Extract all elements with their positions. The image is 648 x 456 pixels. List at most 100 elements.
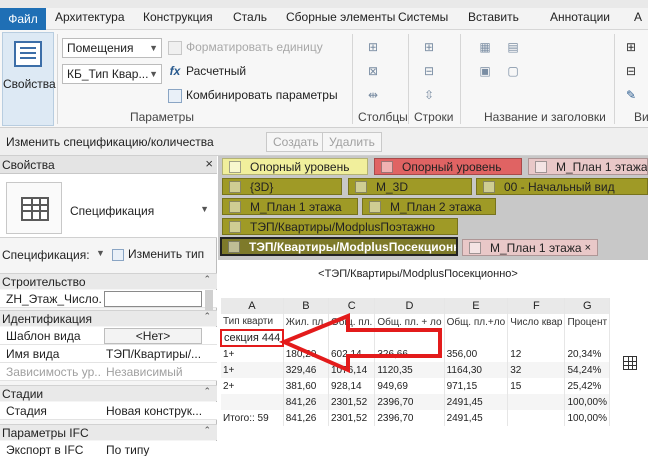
view-tab[interactable]: 00 - Начальный вид bbox=[476, 178, 648, 195]
tab-steel[interactable]: Сталь bbox=[233, 10, 267, 24]
insert-column-icon[interactable]: ⊞ bbox=[364, 40, 382, 54]
view-tab-label: Опорный уровень bbox=[250, 160, 350, 174]
insert-image-icon[interactable]: ▣ bbox=[476, 64, 494, 78]
section-label: Строительство bbox=[2, 275, 86, 289]
tab-structure[interactable]: Конструкция bbox=[143, 10, 213, 24]
view-tab[interactable]: Опорный уровень bbox=[222, 158, 368, 175]
chevron-down-icon: ▼ bbox=[149, 69, 158, 79]
function-icon: fx bbox=[169, 64, 181, 78]
calculated-button[interactable]: fx Расчетный bbox=[168, 64, 246, 78]
tab-file[interactable]: Файл bbox=[0, 8, 46, 30]
level-icon bbox=[381, 161, 393, 173]
group-label-appearance: Ви bbox=[634, 110, 648, 124]
section-label: Идентификация bbox=[2, 312, 92, 326]
view-tab[interactable]: М_План 2 этажа bbox=[362, 198, 496, 215]
type-selector-name: Спецификация bbox=[70, 204, 155, 218]
view-tab-label: ТЭП/Квартиры/ModplusПосекционно bbox=[249, 240, 458, 254]
combine-params-button[interactable]: Комбинировать параметры bbox=[168, 88, 338, 103]
chevron-down-icon: ▼ bbox=[149, 43, 158, 53]
ribbon-menu-bar: Файл Архитектура Конструкция Сталь Сборн… bbox=[0, 0, 648, 30]
section-ifc[interactable]: Параметры IFC ⌃ bbox=[0, 424, 217, 440]
resize-row-icon[interactable]: ⇳ bbox=[420, 88, 438, 102]
view-tab-label: ТЭП/Квартиры/ModplusПоэтажно bbox=[250, 220, 435, 234]
view-tab[interactable]: М_План 1 этажа × bbox=[462, 239, 598, 256]
delete-row-icon[interactable]: ⊟ bbox=[420, 64, 438, 78]
tab-precast[interactable]: Сборные элементы bbox=[286, 10, 395, 24]
shading-icon[interactable]: ✎ bbox=[622, 88, 640, 102]
floor-number-input[interactable] bbox=[104, 291, 202, 307]
view-tab-label: М_План 1 этажа bbox=[490, 241, 582, 255]
instance-selector-row: Спецификация: ▼ Изменить тип bbox=[0, 244, 217, 266]
close-icon[interactable]: × bbox=[585, 240, 591, 255]
property-key: Экспорт в IFC bbox=[6, 443, 84, 456]
tab-systems[interactable]: Системы bbox=[398, 10, 448, 24]
quick-access-strip bbox=[0, 0, 648, 8]
tab-insert[interactable]: Вставить bbox=[468, 10, 519, 24]
table-grid-icon[interactable] bbox=[623, 356, 637, 370]
category-combo[interactable]: Помещения ▼ bbox=[62, 38, 162, 58]
properties-panel-title: Свойства bbox=[2, 158, 55, 172]
view-tab[interactable]: М_План 1 этажа bbox=[528, 158, 648, 175]
type-combo[interactable]: КБ_Тип Квар... ▼ bbox=[62, 64, 162, 84]
resize-column-icon[interactable]: ⇹ bbox=[364, 88, 382, 102]
edit-type-icon bbox=[112, 248, 124, 261]
unmerge-icon[interactable]: ▤ bbox=[504, 40, 522, 54]
plan-icon bbox=[369, 201, 381, 213]
format-unit-icon bbox=[168, 40, 182, 55]
type-selector[interactable]: Спецификация ▼ bbox=[0, 174, 217, 238]
collapse-icon: ⌃ bbox=[203, 425, 211, 435]
instance-selector-label[interactable]: Спецификация: bbox=[2, 248, 90, 262]
view-tab-label: М_3D bbox=[376, 180, 409, 194]
view-tab[interactable]: {3D} bbox=[222, 178, 342, 195]
tab-annotate[interactable]: Аннотации bbox=[550, 10, 610, 24]
delete-button[interactable]: Удалить bbox=[322, 132, 382, 152]
close-icon[interactable]: × bbox=[205, 156, 213, 171]
view-tab[interactable]: Опорный уровень bbox=[374, 158, 522, 175]
category-combo-value: Помещения bbox=[67, 41, 134, 55]
3d-view-icon bbox=[229, 181, 241, 193]
merge-icon[interactable]: ▦ bbox=[476, 40, 494, 54]
section-identification[interactable]: Идентификация ⌃ bbox=[0, 310, 217, 326]
edit-type-label: Изменить тип bbox=[128, 247, 205, 261]
view-tab-label: М_План 1 этажа bbox=[250, 200, 342, 214]
group-label-columns: Столбцы bbox=[358, 110, 408, 124]
plan-icon bbox=[229, 201, 241, 213]
ribbon-separator bbox=[614, 34, 615, 124]
collapse-icon: ⌃ bbox=[203, 386, 211, 396]
edit-type-button[interactable]: Изменить тип bbox=[112, 247, 204, 261]
view-template-button[interactable]: <Нет> bbox=[104, 328, 202, 344]
create-button[interactable]: Создать bbox=[266, 132, 326, 152]
section-label: Параметры IFC bbox=[2, 426, 89, 440]
view-tab[interactable]: ТЭП/Квартиры/ModplusПоэтажно bbox=[222, 218, 458, 235]
property-key: Зависимость ур... bbox=[6, 365, 102, 379]
type-combo-value: КБ_Тип Квар... bbox=[67, 67, 149, 81]
chevron-down-icon[interactable]: ▼ bbox=[96, 248, 105, 258]
group-label-titles: Название и заголовки bbox=[484, 110, 606, 124]
view-name-value[interactable]: ТЭП/Квартиры/... bbox=[106, 347, 212, 361]
font-icon[interactable]: ⊞ bbox=[622, 40, 640, 54]
properties-button[interactable]: Свойства bbox=[2, 32, 56, 126]
section-stages[interactable]: Стадии ⌃ bbox=[0, 385, 217, 401]
tab-more[interactable]: А bbox=[634, 10, 642, 24]
section-construction[interactable]: Строительство ⌃ bbox=[0, 273, 217, 289]
property-key: Имя вида bbox=[6, 347, 60, 361]
borders-icon[interactable]: ⊟ bbox=[622, 64, 640, 78]
section-label: Стадии bbox=[2, 387, 44, 401]
plan-icon bbox=[469, 242, 481, 254]
clear-cell-icon[interactable]: ▢ bbox=[504, 64, 522, 78]
tab-architecture[interactable]: Архитектура bbox=[55, 10, 125, 24]
delete-column-icon[interactable]: ⊠ bbox=[364, 64, 382, 78]
view-tab[interactable]: М_3D bbox=[348, 178, 472, 195]
view-tab[interactable]: М_План 1 этажа bbox=[222, 198, 358, 215]
context-label: Изменить спецификацию/количества bbox=[6, 135, 214, 149]
property-key: Шаблон вида bbox=[6, 329, 81, 343]
stage-value[interactable]: Новая конструк... bbox=[106, 404, 212, 418]
properties-panel-header: Свойства × bbox=[0, 156, 217, 174]
ribbon-panel: Свойства Помещения ▼ КБ_Тип Квар... ▼ Фо… bbox=[0, 30, 648, 128]
ifc-export-value[interactable]: По типу bbox=[106, 443, 212, 456]
collapse-icon: ⌃ bbox=[203, 311, 211, 321]
scrollbar-thumb[interactable] bbox=[205, 290, 213, 312]
format-unit-button[interactable]: Форматировать единицу bbox=[168, 40, 323, 55]
insert-row-icon[interactable]: ⊞ bbox=[420, 40, 438, 54]
view-tab-active[interactable]: ТЭП/Квартиры/ModplusПосекционно bbox=[220, 237, 458, 256]
